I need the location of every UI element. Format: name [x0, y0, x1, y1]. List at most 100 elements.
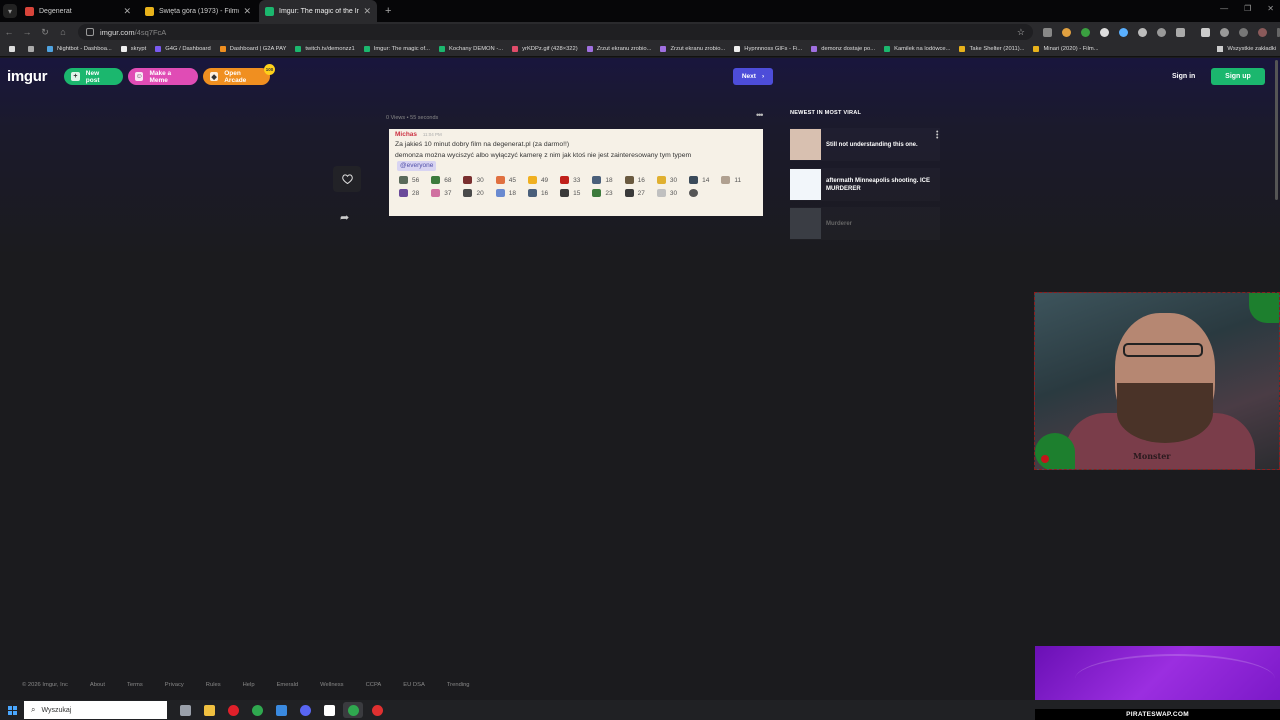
bookmark-favicon [959, 46, 966, 52]
new-post-button[interactable]: + New post [64, 68, 123, 85]
bookmark-item[interactable]: twitch.tv/demonzz1 [295, 46, 355, 52]
reaction: 30 [463, 176, 484, 184]
kebab-menu-icon[interactable]: • • • [936, 129, 938, 142]
footer-link[interactable]: About [90, 682, 105, 688]
viral-post-item[interactable]: Murderer [790, 207, 940, 240]
close-tab-icon[interactable]: ✕ [363, 6, 371, 17]
bookmark-item[interactable]: Take Shelter (2011)... [959, 46, 1024, 52]
new-tab-button[interactable]: + [385, 5, 391, 17]
taskbar-app-notion-icon[interactable] [319, 702, 339, 718]
extension-icon[interactable] [1043, 27, 1052, 37]
browser-tab[interactable]: Święta góra (1973) - Filmweb ✕ [139, 0, 257, 22]
tab-search-button[interactable]: ▾ [3, 4, 17, 18]
footer-link[interactable]: Emerald [277, 682, 299, 688]
reaction: 23 [592, 189, 613, 197]
puzzle-icon[interactable] [1176, 27, 1185, 37]
address-bar[interactable]: imgur.com /4sq7FcA ☆ [78, 24, 1033, 40]
person-glasses [1123, 343, 1203, 357]
reaction-count: 30 [476, 176, 484, 184]
copyright: © 2026 Imgur, Inc [22, 682, 68, 688]
extension-icon[interactable] [1138, 27, 1147, 37]
forward-icon[interactable]: → [18, 27, 36, 37]
reaction: 20 [463, 189, 484, 197]
windows-start-icon[interactable] [0, 705, 24, 715]
download-icon[interactable] [1201, 27, 1210, 37]
extension-icon[interactable] [1119, 27, 1128, 37]
extension-icon[interactable] [1157, 27, 1166, 37]
bookmark-item[interactable]: Dashboard | G2A PAY [219, 46, 286, 52]
profile-avatar[interactable] [1258, 27, 1267, 37]
footer-link[interactable]: Help [243, 682, 255, 688]
reaction-count: 30 [669, 176, 678, 184]
bookmark-item[interactable]: Imgur: The magic of... [363, 46, 430, 52]
more-options-icon[interactable]: ••• [756, 110, 764, 120]
site-info-icon[interactable] [86, 28, 94, 36]
bookmark-item[interactable]: Minari (2020) - Film... [1033, 46, 1099, 52]
bookmark-item[interactable]: G4G / Dashboard [155, 46, 211, 52]
bookmark-item[interactable]: Kamilek na lodówce... [884, 46, 950, 52]
reaction-emoji [689, 176, 699, 184]
next-post-button[interactable]: Next › [733, 68, 773, 85]
bookmark-item[interactable]: Zrzut ekranu zrobio... [586, 46, 651, 52]
reaction: 18 [495, 189, 516, 197]
viral-post-item[interactable]: aftermath Minneapolis shooting. ICE MURD… [790, 168, 940, 201]
footer-link[interactable]: CCPA [366, 682, 382, 688]
scrollbar-thumb[interactable] [1275, 60, 1278, 200]
taskbar-search[interactable]: ⌕ Wyszukaj [24, 701, 167, 719]
extension-icon[interactable] [1081, 27, 1090, 37]
share-arrow-icon[interactable]: ➦ [340, 211, 349, 224]
browser-tab[interactable]: Degenerat ✕ [19, 0, 137, 22]
minimize-button[interactable]: — [1220, 4, 1228, 13]
footer-link[interactable]: Trending [447, 682, 470, 688]
bookmark-item[interactable]: demonz dostaje po... [811, 46, 875, 52]
browser-tab[interactable]: Imgur: The magic of the Internet✕ [259, 0, 377, 22]
bookmark-item[interactable]: yrKDPz.gif (428×322) [512, 46, 578, 52]
tab-title: Imgur: The magic of the Internet [279, 7, 360, 15]
close-window-button[interactable]: ✕ [1267, 4, 1274, 13]
tab-favicon [145, 6, 154, 16]
window-controls: — ❐ ✕ [1220, 4, 1274, 13]
viral-post-item[interactable]: Still not understanding this one. [790, 128, 940, 161]
sign-up-button[interactable]: Sign up [1211, 68, 1265, 85]
make-meme-button[interactable]: ☺ Make a Meme [128, 68, 198, 85]
bookmark-icon[interactable] [28, 46, 38, 52]
imgur-logo[interactable]: imgur [7, 68, 47, 85]
footer-link[interactable]: Wellness [320, 682, 343, 688]
back-icon[interactable]: ← [0, 27, 18, 37]
bookmark-item[interactable]: Nightbot - Dashboa... [47, 46, 112, 52]
taskbar-app-discord-icon[interactable] [295, 702, 315, 718]
taskbar-app-store-icon[interactable] [271, 702, 291, 718]
close-tab-icon[interactable]: ✕ [243, 6, 251, 17]
bookmark-star-icon[interactable]: ☆ [1017, 27, 1025, 38]
home-icon[interactable]: ⌂ [54, 27, 72, 37]
taskbar-app-chrome-icon[interactable] [247, 702, 267, 718]
footer-link[interactable]: Privacy [165, 682, 184, 688]
taskbar-app-task-view-icon[interactable] [175, 702, 195, 718]
reaction: 49 [527, 176, 548, 184]
taskbar-app-opera-icon[interactable] [223, 702, 243, 718]
extension-icon[interactable] [1062, 27, 1071, 37]
sign-in-link[interactable]: Sign in [1172, 73, 1195, 80]
bookmark-item[interactable]: Kochany DEMON -... [438, 46, 503, 52]
taskbar-app-file-explorer-icon[interactable] [199, 702, 219, 718]
bookmark-icon[interactable] [9, 46, 19, 52]
open-arcade-button[interactable]: ◆ Open Arcade [203, 68, 270, 85]
close-tab-icon[interactable]: ✕ [123, 6, 131, 17]
reload-icon[interactable]: ↻ [36, 27, 54, 38]
taskbar-app-obs-icon[interactable] [367, 702, 387, 718]
extension-icon[interactable] [1239, 27, 1248, 37]
extension-icon[interactable] [1220, 27, 1229, 37]
maximize-button[interactable]: ❐ [1244, 4, 1251, 13]
all-bookmarks[interactable]: Wszystkie zakładki [1211, 46, 1276, 52]
bookmark-item[interactable]: Zrzut ekranu zrobio... [660, 46, 725, 52]
footer-link[interactable]: EU DSA [403, 682, 425, 688]
tab-title: Święta góra (1973) - Filmweb [159, 7, 239, 15]
bookmark-item[interactable]: skrypt [120, 46, 146, 52]
footer-link[interactable]: Terms [127, 682, 143, 688]
favorite-button[interactable] [333, 166, 361, 192]
taskbar-app-chrome-active-icon[interactable] [343, 702, 363, 718]
footer-link[interactable]: Rules [206, 682, 221, 688]
extension-icon[interactable] [1100, 27, 1109, 37]
reaction: 11 [721, 176, 741, 184]
bookmark-item[interactable]: Hypnnnoss GIFs - Fi... [734, 46, 802, 52]
